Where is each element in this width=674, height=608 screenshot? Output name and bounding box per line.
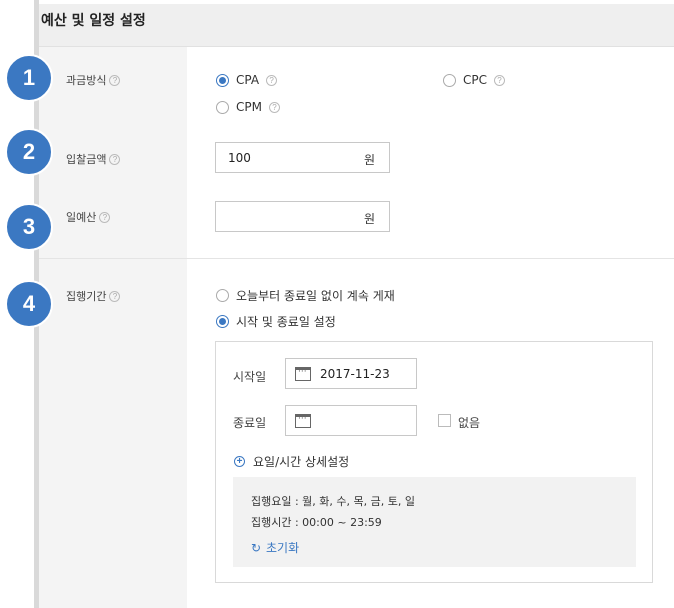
step-badge-3: 3 xyxy=(5,203,53,251)
help-icon[interactable]: ? xyxy=(494,74,505,86)
radio-start-end-label: 시작 및 종료일 설정 xyxy=(236,315,336,329)
section-header: 예산 및 일정 설정 xyxy=(39,4,674,47)
bid-label-text: 입찰금액 xyxy=(66,153,107,166)
help-icon[interactable]: ? xyxy=(109,153,121,165)
start-date-input[interactable]: 2017-11-23 xyxy=(285,358,417,389)
help-icon[interactable]: ? xyxy=(109,74,121,86)
billing-label-text: 과금방식 xyxy=(66,74,107,87)
daily-budget-input[interactable]: 원 xyxy=(215,201,390,232)
day-time-detail-link[interactable]: 요일/시간 상세설정 xyxy=(253,453,349,470)
period-label-text: 집행기간 xyxy=(66,290,107,303)
section-title: 예산 및 일정 설정 xyxy=(41,13,146,29)
section-divider xyxy=(39,258,674,259)
radio-cpa-label: CPA xyxy=(236,73,260,87)
reset-link[interactable]: 초기화 xyxy=(266,539,299,556)
radio-cpc[interactable]: CPC ? xyxy=(443,73,505,87)
daily-budget-label-text: 일예산 xyxy=(66,211,97,224)
radio-checked-icon[interactable] xyxy=(216,315,229,328)
schedule-days: 집행요일 : 월, 화, 수, 목, 금, 토, 일 xyxy=(251,495,415,508)
no-end-label: 없음 xyxy=(458,416,481,430)
radio-unchecked-icon[interactable] xyxy=(216,100,229,114)
radio-cpa[interactable]: CPA ? xyxy=(216,73,278,87)
step-badge-1: 1 xyxy=(5,54,53,102)
radio-unchecked-icon[interactable] xyxy=(443,73,456,87)
radio-cpm[interactable]: CPM ? xyxy=(216,100,280,114)
help-icon[interactable]: ? xyxy=(268,101,280,113)
reset-icon[interactable]: ↻ xyxy=(251,541,261,555)
calendar-icon[interactable] xyxy=(295,367,311,381)
no-end-checkbox[interactable] xyxy=(438,414,451,427)
schedule-time: 집행시간 : 00:00 ~ 23:59 xyxy=(251,516,382,529)
start-date-label: 시작일 xyxy=(233,370,267,384)
bid-value: 100 xyxy=(228,151,251,165)
bid-unit: 원 xyxy=(363,153,375,167)
start-date-value: 2017-11-23 xyxy=(320,367,390,381)
period-label: 집행기간 ? xyxy=(66,288,121,304)
billing-label: 과금방식 ? xyxy=(66,72,121,88)
help-icon[interactable]: ? xyxy=(266,74,278,86)
radio-no-end-label: 오늘부터 종료일 없이 계속 게재 xyxy=(236,289,395,303)
radio-cpc-label: CPC xyxy=(463,73,487,87)
step-badge-4: 4 xyxy=(5,280,53,328)
daily-budget-label: 일예산 ? xyxy=(66,209,111,225)
end-date-label: 종료일 xyxy=(233,416,267,430)
schedule-info-box: 집행요일 : 월, 화, 수, 목, 금, 토, 일 집행시간 : 00:00 … xyxy=(233,477,636,567)
radio-start-end[interactable]: 시작 및 종료일 설정 xyxy=(216,313,336,330)
bid-input[interactable]: 100 원 xyxy=(215,142,390,173)
daily-budget-unit: 원 xyxy=(363,212,375,226)
radio-no-end[interactable]: 오늘부터 종료일 없이 계속 게재 xyxy=(216,287,395,304)
radio-unchecked-icon[interactable] xyxy=(216,289,229,302)
help-icon[interactable]: ? xyxy=(109,290,121,302)
label-column xyxy=(39,47,187,608)
radio-cpm-label: CPM xyxy=(236,100,262,114)
help-icon[interactable]: ? xyxy=(99,211,111,223)
plus-circle-icon[interactable]: + xyxy=(234,456,245,467)
radio-checked-icon[interactable] xyxy=(216,73,229,87)
calendar-icon[interactable] xyxy=(295,414,311,428)
step-badge-2: 2 xyxy=(5,128,53,176)
bid-label: 입찰금액 ? xyxy=(66,151,121,167)
end-date-input[interactable] xyxy=(285,405,417,436)
